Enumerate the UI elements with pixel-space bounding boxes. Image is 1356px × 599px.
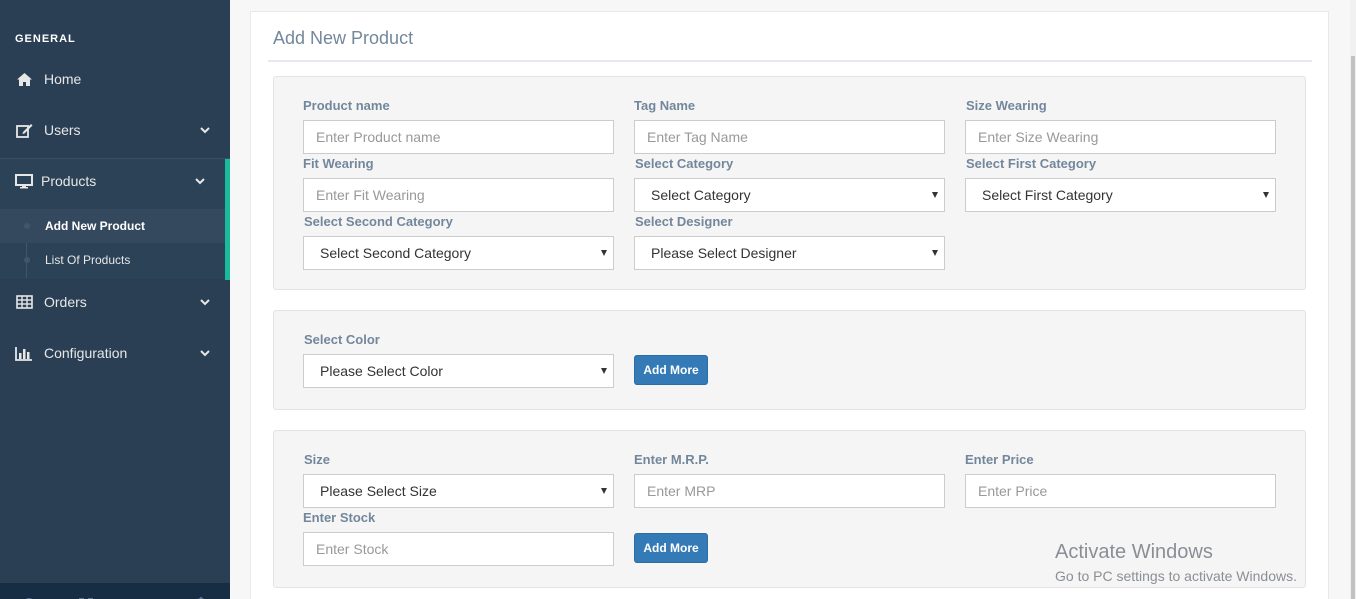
- page-title: Add New Product: [273, 28, 414, 48]
- chevron-down-icon: [200, 125, 210, 135]
- sidebar-item-home[interactable]: Home: [0, 61, 230, 97]
- caret-down-icon: [601, 250, 607, 256]
- sidebar-item-orders[interactable]: Orders: [0, 284, 230, 320]
- first-category-label: Select First Category: [966, 156, 1097, 171]
- scrollbar-thumb[interactable]: [1351, 56, 1355, 599]
- windows-activation-watermark: Activate Windows Go to PC settings to ac…: [1055, 540, 1297, 586]
- chevron-down-icon: [195, 176, 205, 186]
- mrp-input[interactable]: [634, 474, 945, 508]
- designer-label: Select Designer: [635, 214, 733, 229]
- caret-down-icon: [932, 192, 938, 198]
- size-label: Size: [304, 452, 331, 467]
- lock-icon[interactable]: [136, 591, 152, 599]
- designer-select-value: Please Select Designer: [651, 245, 797, 261]
- first-category-select-value: Select First Category: [982, 187, 1113, 203]
- category-select-value: Select Category: [651, 187, 751, 203]
- caret-down-icon: [1263, 192, 1269, 198]
- size-select[interactable]: Please Select Size: [303, 474, 614, 508]
- sidebar-subitem-label: Add New Product: [45, 219, 146, 233]
- desktop-icon: [15, 173, 33, 189]
- home-icon: [15, 71, 33, 87]
- color-select[interactable]: Please Select Color: [303, 354, 614, 388]
- edit-icon: [15, 122, 33, 138]
- sidebar-subitem-add-new-product[interactable]: Add New Product: [0, 209, 225, 243]
- product-name-input[interactable]: [303, 120, 614, 154]
- stock-input[interactable]: [303, 532, 614, 566]
- caret-down-icon: [932, 250, 938, 256]
- price-input[interactable]: [965, 474, 1276, 508]
- power-icon[interactable]: [193, 591, 209, 599]
- caret-down-icon: [601, 368, 607, 374]
- second-category-label: Select Second Category: [304, 214, 453, 229]
- second-category-select[interactable]: Select Second Category: [303, 236, 614, 270]
- fit-wearing-input[interactable]: [303, 178, 614, 212]
- sidebar-subitem-list-of-products[interactable]: List Of Products: [0, 243, 225, 277]
- bullet-icon: [24, 257, 30, 263]
- second-category-select-value: Select Second Category: [320, 245, 471, 261]
- color-select-value: Please Select Color: [320, 363, 443, 379]
- sidebar-footer: [0, 583, 230, 599]
- mrp-label: Enter M.R.P.: [634, 452, 709, 467]
- tag-name-input[interactable]: [634, 120, 945, 154]
- size-select-value: Please Select Size: [320, 483, 437, 499]
- sidebar: GENERAL Home Users Products Add New Prod…: [0, 0, 230, 599]
- stock-label: Enter Stock: [303, 510, 376, 525]
- sidebar-section-title: GENERAL: [15, 33, 76, 45]
- table-icon: [15, 294, 33, 310]
- sidebar-item-label: Home: [44, 71, 82, 87]
- chevron-down-icon: [200, 348, 210, 358]
- sidebar-item-label: Products: [41, 173, 97, 189]
- sidebar-item-products[interactable]: Products: [0, 163, 230, 199]
- tag-name-label: Tag Name: [634, 98, 696, 113]
- bullet-icon: [24, 223, 30, 229]
- add-more-size-button[interactable]: Add More: [634, 533, 708, 563]
- product-name-label: Product name: [303, 98, 390, 113]
- add-more-color-button[interactable]: Add More: [634, 355, 708, 385]
- price-label: Enter Price: [965, 452, 1034, 467]
- sidebar-item-label: Orders: [44, 294, 87, 310]
- settings-icon[interactable]: [21, 591, 37, 599]
- sidebar-item-label: Configuration: [44, 345, 128, 361]
- sidebar-subitem-label: List Of Products: [45, 253, 131, 267]
- fullscreen-icon[interactable]: [78, 591, 94, 599]
- page-scrollbar[interactable]: [1350, 0, 1356, 599]
- watermark-subtitle: Go to PC settings to activate Windows.: [1055, 568, 1297, 584]
- category-select[interactable]: Select Category: [634, 178, 945, 212]
- size-wearing-input[interactable]: [965, 120, 1276, 154]
- size-wearing-label: Size Wearing: [966, 98, 1047, 113]
- title-divider: [268, 60, 1312, 62]
- sidebar-item-label: Users: [44, 122, 81, 138]
- caret-down-icon: [601, 488, 607, 494]
- category-label: Select Category: [635, 156, 734, 171]
- sidebar-item-users[interactable]: Users: [0, 112, 230, 148]
- watermark-title: Activate Windows: [1055, 541, 1213, 563]
- color-label: Select Color: [304, 332, 380, 347]
- fit-wearing-label: Fit Wearing: [303, 156, 374, 171]
- sidebar-item-configuration[interactable]: Configuration: [0, 335, 230, 371]
- chevron-down-icon: [200, 297, 210, 307]
- designer-select[interactable]: Please Select Designer: [634, 236, 945, 270]
- bar-chart-icon: [15, 345, 33, 361]
- first-category-select[interactable]: Select First Category: [965, 178, 1276, 212]
